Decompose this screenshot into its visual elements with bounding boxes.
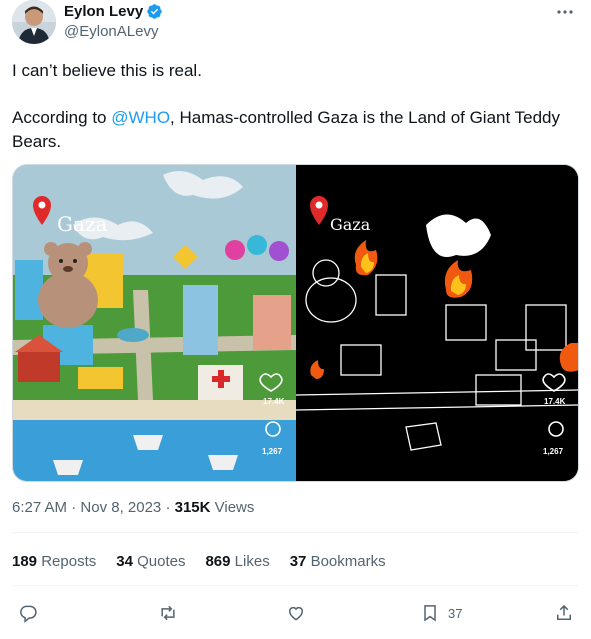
- meta-separator: ·: [67, 499, 81, 516]
- tweet-meta: 6:27 AM · Nov 8, 2023 · 315K Views: [12, 499, 254, 516]
- tweet-time[interactable]: 6:27 AM: [12, 499, 67, 516]
- bookmark-button[interactable]: 37: [420, 597, 462, 629]
- tweet-text-prefix: According to: [12, 108, 112, 127]
- views-label: Views: [210, 499, 255, 516]
- media-location-label: Gaza: [57, 212, 108, 236]
- meta-separator: ·: [161, 499, 175, 516]
- likes-label: Likes: [234, 553, 270, 570]
- reply-icon: [20, 605, 37, 623]
- more-options-icon[interactable]: [555, 4, 575, 20]
- mention-link[interactable]: @WHO: [111, 108, 170, 127]
- bookmark-count: 37: [448, 605, 463, 621]
- likes-stat[interactable]: 869 Likes: [205, 553, 269, 570]
- reposts-count: 189: [12, 553, 38, 570]
- reply-button[interactable]: [18, 597, 38, 629]
- quotes-label: Quotes: [137, 553, 186, 570]
- tweet-text-line2: According to @WHO, Hamas-controlled Gaza…: [12, 106, 577, 154]
- reposts-label: Reposts: [41, 553, 97, 570]
- media-panel-dark: Gaza 17.4K 1,267: [296, 165, 578, 481]
- engagement-stats: 189 Reposts 34 Quotes 869 Likes 37 Bookm…: [12, 553, 406, 570]
- verified-badge-icon: [147, 4, 162, 19]
- media-likes-count: 17.4K: [263, 397, 285, 406]
- avatar[interactable]: [12, 0, 56, 44]
- likes-count: 869: [205, 553, 231, 570]
- heart-icon: [289, 606, 303, 621]
- bookmark-icon: [424, 605, 436, 622]
- action-bar: 37: [12, 597, 579, 629]
- divider: [12, 585, 579, 586]
- repost-icon: [161, 605, 175, 621]
- tweet-date[interactable]: Nov 8, 2023: [80, 499, 161, 516]
- author-name[interactable]: Eylon Levy: [64, 3, 143, 20]
- share-icon: [557, 604, 571, 620]
- tweet-header: Eylon Levy @EylonALevy: [12, 0, 579, 46]
- author-handle[interactable]: @EylonALevy: [64, 23, 158, 40]
- media-location-label-dark: Gaza: [330, 215, 371, 234]
- views-count: 315K: [174, 499, 211, 516]
- bookmarks-stat[interactable]: 37 Bookmarks: [290, 553, 386, 570]
- reposts-stat[interactable]: 189 Reposts: [12, 553, 96, 570]
- tweet-text-line1: I can’t believe this is real.: [12, 61, 202, 80]
- quotes-stat[interactable]: 34 Quotes: [116, 553, 185, 570]
- bookmarks-count: 37: [289, 553, 307, 570]
- media-likes-count-dark: 17.4K: [544, 397, 566, 406]
- media-image[interactable]: Gaza 17.4K 1,267 Gaza 17.4K 1,267: [12, 164, 579, 482]
- repost-button[interactable]: [158, 597, 178, 629]
- quotes-count: 34: [116, 553, 133, 570]
- media-panel-colored: Gaza 17.4K 1,267: [13, 165, 296, 481]
- media-comments-count: 1,267: [262, 447, 283, 456]
- media-comments-count-dark: 1,267: [543, 447, 564, 456]
- share-button[interactable]: [554, 597, 574, 629]
- like-button[interactable]: [286, 597, 306, 629]
- bookmarks-label: Bookmarks: [310, 553, 386, 570]
- divider: [12, 532, 579, 533]
